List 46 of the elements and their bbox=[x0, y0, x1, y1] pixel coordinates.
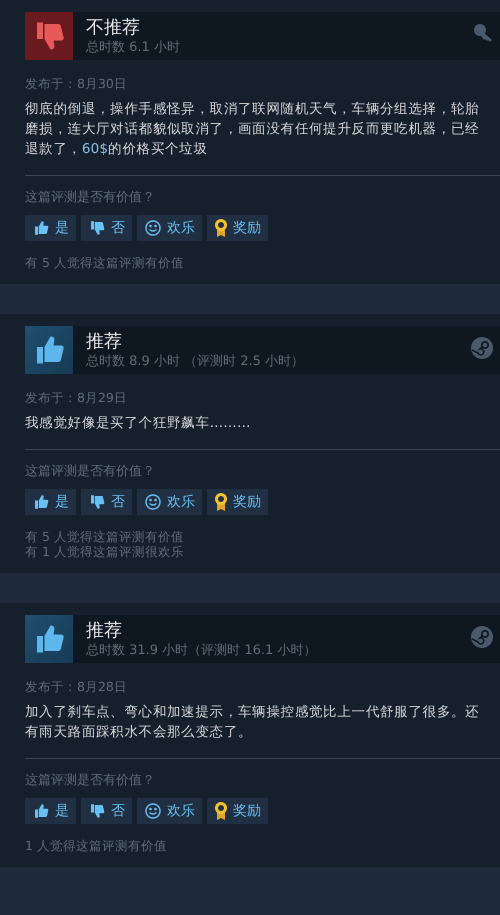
award-ribbon-icon bbox=[214, 218, 228, 238]
posted-date: 发布于：8月29日 bbox=[25, 390, 127, 407]
thumbs-up-icon bbox=[32, 219, 50, 237]
helpful-count: 有 1 人觉得这篇评测很欢乐 bbox=[25, 544, 185, 559]
helpful-count: 有 5 人觉得这篇评测有价值 bbox=[25, 255, 185, 270]
yes-vote-button[interactable]: 是 bbox=[25, 215, 76, 241]
helpful-count: 有 5 人觉得这篇评测有价值 bbox=[25, 529, 185, 544]
verdict-label: 不推荐 bbox=[86, 16, 140, 38]
yes-vote-button[interactable]: 是 bbox=[25, 798, 76, 824]
funny-vote-button[interactable]: 欢乐 bbox=[137, 215, 202, 241]
review-text: 加入了刹车点、弯心和加速提示，车辆操控感觉比上一代舒服了很多。还有雨天路面踩积水不会那么变态了。 bbox=[25, 703, 480, 742]
award-vote-button[interactable]: 奖励 bbox=[207, 798, 268, 824]
posted-date: 发布于：8月28日 bbox=[25, 679, 127, 696]
smiley-icon bbox=[144, 802, 162, 820]
key-icon bbox=[472, 22, 494, 44]
smiley-icon bbox=[144, 493, 162, 511]
steam-logo-icon bbox=[470, 336, 494, 360]
award-vote-button[interactable]: 奖励 bbox=[207, 489, 268, 515]
steam-logo-icon bbox=[470, 625, 494, 649]
helpful-question: 这篇评测是否有价值？ bbox=[25, 189, 155, 206]
award-ribbon-icon bbox=[214, 492, 228, 512]
no-vote-button[interactable]: 否 bbox=[81, 489, 132, 515]
playtime-text: 总时数 31.9 小时（评测时 16.1 小时） bbox=[86, 642, 316, 658]
helpful-question: 这篇评测是否有价值？ bbox=[25, 772, 155, 789]
no-vote-button[interactable]: 否 bbox=[81, 215, 132, 241]
posted-date: 发布于：8月30日 bbox=[25, 76, 127, 93]
thumbs-up-icon bbox=[32, 493, 50, 511]
review-text: 我感觉好像是买了个狂野飙车……… bbox=[25, 414, 252, 433]
funny-vote-button[interactable]: 欢乐 bbox=[137, 798, 202, 824]
thumbs-down-icon bbox=[88, 493, 106, 511]
verdict-label: 推荐 bbox=[86, 620, 122, 642]
playtime-text: 总时数 8.9 小时 （评测时 2.5 小时） bbox=[86, 352, 304, 370]
thumbs-down-icon bbox=[88, 802, 106, 820]
thumbs-down-icon bbox=[88, 219, 106, 237]
review-text: 彻底的倒退，操作手感怪异，取消了联网随机天气，车辆分组选择，轮胎磨损，连大厅对话都貌似取消了，画面没有任何提升反而更吃机器，已经退款了，60$的价格买个垃圾 bbox=[25, 100, 480, 159]
yes-vote-button[interactable]: 是 bbox=[25, 489, 76, 515]
helpful-question: 这篇评测是否有价值？ bbox=[25, 463, 155, 480]
playtime-text: 总时数 6.1 小时 bbox=[86, 38, 180, 56]
no-vote-button[interactable]: 否 bbox=[81, 798, 132, 824]
verdict-label: 推荐 bbox=[86, 330, 122, 352]
smiley-icon bbox=[144, 219, 162, 237]
funny-vote-button[interactable]: 欢乐 bbox=[137, 489, 202, 515]
thumbs-up-icon bbox=[32, 802, 50, 820]
award-ribbon-icon bbox=[214, 801, 228, 821]
helpful-count: 1 人觉得这篇评测有价值 bbox=[25, 838, 168, 853]
award-vote-button[interactable]: 奖励 bbox=[207, 215, 268, 241]
